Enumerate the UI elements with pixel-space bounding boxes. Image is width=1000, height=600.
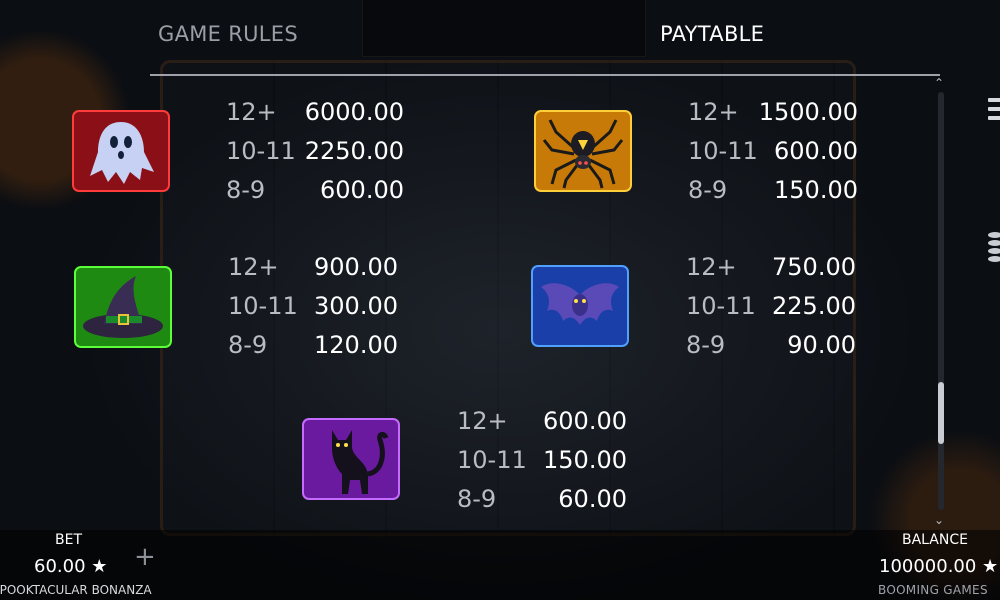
pay-count: 10-11 <box>226 137 296 165</box>
pay-count: 12+ <box>686 253 737 281</box>
pay-count: 12+ <box>688 98 739 126</box>
scrollbar-track[interactable] <box>938 92 944 510</box>
pay-count: 8-9 <box>226 176 266 204</box>
pay-row: 10-11 2250.00 <box>226 137 404 167</box>
pay-row: 8-9 150.00 <box>688 176 858 206</box>
pay-row: 12+ 600.00 <box>457 407 627 437</box>
spider-icon <box>534 110 632 192</box>
pay-count: 12+ <box>228 253 279 281</box>
pay-amount: 750.00 <box>772 253 856 281</box>
pay-count: 8-9 <box>228 331 268 359</box>
pay-amount: 300.00 <box>314 292 398 320</box>
pay-amount: 90.00 <box>787 331 856 359</box>
pay-amount: 150.00 <box>774 176 858 204</box>
pay-count: 8-9 <box>688 176 728 204</box>
pay-count: 8-9 <box>457 485 497 513</box>
brand-logo-text: BOOMING GAMES <box>878 583 988 597</box>
coin-stack-icon[interactable] <box>988 232 1000 264</box>
increase-bet-button[interactable]: + <box>134 542 156 572</box>
ghost-icon <box>72 110 170 192</box>
pay-row: 8-9 60.00 <box>457 485 627 515</box>
pay-count: 12+ <box>457 407 508 435</box>
scrollbar-thumb[interactable] <box>938 382 944 444</box>
pay-count: 10-11 <box>457 446 527 474</box>
tab-game-rules[interactable]: GAME RULES <box>158 22 298 46</box>
chevron-down-icon[interactable]: ⌄ <box>934 513 944 527</box>
pay-row: 10-11 150.00 <box>457 446 627 476</box>
pay-count: 10-11 <box>228 292 298 320</box>
pay-amount: 600.00 <box>774 137 858 165</box>
pay-row: 10-11 225.00 <box>686 292 856 322</box>
pay-count: 12+ <box>226 98 277 126</box>
pay-amount: 150.00 <box>543 446 627 474</box>
pay-row: 10-11 300.00 <box>228 292 398 322</box>
pay-row: 10-11 600.00 <box>688 137 858 167</box>
balance-label: BALANCE <box>902 532 968 548</box>
pay-amount: 600.00 <box>543 407 627 435</box>
pay-count: 8-9 <box>686 331 726 359</box>
black-cat-icon <box>302 418 400 500</box>
pay-count: 10-11 <box>686 292 756 320</box>
witch-hat-icon <box>74 266 172 348</box>
pay-amount: 225.00 <box>772 292 856 320</box>
tab-divider-panel <box>362 0 646 57</box>
pay-amount: 120.00 <box>314 331 398 359</box>
bet-value: 60.00 ★ <box>34 556 108 577</box>
balance-value: 100000.00 ★ <box>879 556 999 577</box>
pay-row: 8-9 90.00 <box>686 331 856 361</box>
game-title: SPOOKTACULAR BONANZA <box>0 583 152 597</box>
chevron-up-icon[interactable]: ⌃ <box>934 76 944 90</box>
pay-amount: 6000.00 <box>304 98 404 126</box>
pay-row: 12+ 750.00 <box>686 253 856 283</box>
tab-underline <box>150 74 940 76</box>
pay-amount: 900.00 <box>314 253 398 281</box>
pay-amount: 2250.00 <box>304 137 404 165</box>
tab-paytable[interactable]: PAYTABLE <box>660 22 764 46</box>
bat-icon <box>531 265 629 347</box>
pay-amount: 60.00 <box>558 485 627 513</box>
pay-amount: 1500.00 <box>758 98 858 126</box>
pay-row: 12+ 900.00 <box>228 253 398 283</box>
pay-row: 12+ 6000.00 <box>226 98 404 128</box>
tab-bar: GAME RULES PAYTABLE <box>0 0 1000 76</box>
bet-label: BET <box>55 532 83 548</box>
pay-row: 8-9 120.00 <box>228 331 398 361</box>
pay-amount: 600.00 <box>320 176 404 204</box>
pay-count: 10-11 <box>688 137 758 165</box>
pay-row: 8-9 600.00 <box>226 176 404 206</box>
pay-row: 12+ 1500.00 <box>688 98 858 128</box>
menu-icon[interactable] <box>988 98 1000 125</box>
